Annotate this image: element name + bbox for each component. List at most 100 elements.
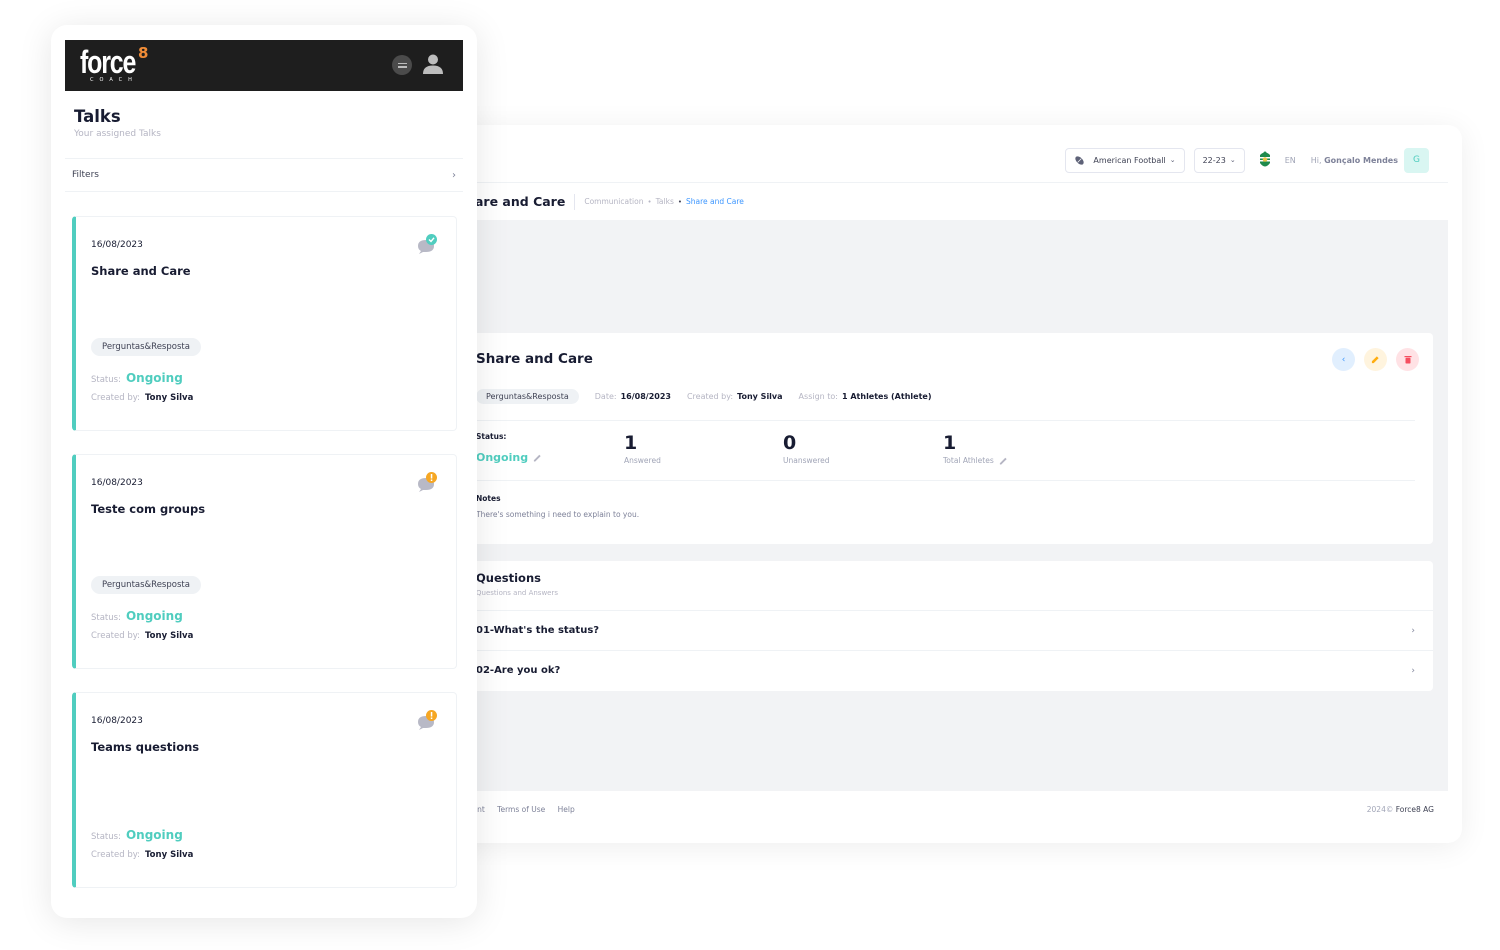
status-value: Ongoing	[125, 828, 183, 842]
talk-meta: Perguntas&Resposta Date: 16/08/2023 Crea…	[476, 389, 947, 404]
content-area: Share and Care ‹ Perguntas&Resposta Date…	[440, 220, 1448, 791]
menu-icon	[397, 62, 407, 64]
filters-toggle[interactable]: Filters ›	[65, 158, 463, 192]
chevron-right-icon: ›	[1411, 665, 1415, 676]
stat-label: Unanswered	[783, 456, 830, 465]
copyright: 2024© Force8 AG	[1367, 805, 1434, 814]
filters-label: Filters	[72, 170, 99, 180]
stat-value: 1	[624, 432, 638, 454]
question-text: 01-What's the status?	[476, 625, 600, 636]
delete-button[interactable]	[1396, 348, 1419, 371]
talk-status: Status: Ongoing	[91, 609, 183, 623]
club-crest-icon[interactable]	[1257, 150, 1273, 170]
assign-label: Assign to:	[798, 392, 838, 401]
status-label: Status:	[476, 432, 507, 441]
date-label: Date:	[594, 392, 617, 401]
created-by-value: Tony Silva	[145, 631, 194, 641]
breadcrumb-item-current: Share and Care	[686, 197, 744, 206]
footer-links: int Terms of Use Help	[475, 805, 585, 814]
status-block: Status: Ongoing	[476, 432, 542, 464]
divider	[476, 480, 1415, 481]
footer: int Terms of Use Help 2024© Force8 AG	[475, 805, 1434, 814]
chevron-down-icon: ⌄	[1229, 156, 1236, 164]
talk-actions: ‹	[1323, 348, 1419, 371]
sport-select-value: American Football	[1093, 155, 1166, 165]
logo-word: force	[80, 44, 136, 80]
created-by-value: Tony Silva	[145, 850, 194, 860]
avatar[interactable]: G	[1404, 147, 1429, 173]
trash-icon	[1404, 356, 1411, 364]
talk-date: 16/08/2023	[91, 240, 143, 250]
page-title: are and Care	[475, 193, 576, 210]
desktop-window: American Football ⌄ 22-23 ⌄ EN Hi, Gonça…	[440, 125, 1462, 843]
top-header: American Football ⌄ 22-23 ⌄ EN Hi, Gonça…	[440, 125, 1448, 183]
chat-answered-icon	[418, 234, 437, 254]
breadcrumb-item-communication[interactable]: Communication	[584, 197, 643, 206]
mobile-topbar: force 8 COACH	[65, 40, 463, 91]
breadcrumb-separator: •	[677, 197, 683, 206]
stat-answered: 1 Answered	[624, 432, 661, 465]
talk-card[interactable]: 16/08/2023 Share and Care Perguntas&Resp…	[72, 216, 457, 431]
season-select[interactable]: 22-23 ⌄	[1193, 147, 1245, 173]
notes-text: There's something i need to explain to y…	[476, 510, 640, 519]
created-by-label: Created by:	[91, 850, 141, 860]
talk-created-by: Created by: Tony Silva	[91, 850, 193, 860]
stat-label-row: Total Athletes	[943, 456, 1008, 465]
notes-label: Notes	[476, 494, 501, 503]
created-by-label: Created by:	[91, 631, 141, 641]
chevron-right-icon: ›	[1411, 625, 1415, 636]
page-title: Talks	[74, 107, 121, 126]
stat-unanswered: 0 Unanswered	[783, 432, 830, 465]
talk-type-badge: Perguntas&Resposta	[91, 338, 201, 356]
chevron-down-icon: ⌄	[1169, 156, 1176, 164]
football-icon	[1075, 155, 1085, 165]
created-by-label: Created by:	[686, 392, 734, 401]
talk-card[interactable]: 16/08/2023 Teams questions Status: Ongoi…	[72, 692, 457, 888]
breadcrumb-item-talks[interactable]: Talks	[656, 197, 674, 206]
status-value: Ongoing	[125, 609, 183, 623]
chevron-right-icon: ›	[452, 169, 456, 181]
questions-card: Questions Questions and Answers 01-What'…	[465, 561, 1433, 691]
company-link[interactable]: Force8 AG	[1396, 805, 1434, 814]
talk-created-by: Created by: Tony Silva	[91, 393, 193, 403]
status-label: Status:	[91, 375, 121, 385]
edit-athletes-icon[interactable]	[999, 456, 1008, 465]
arrow-left-icon: ‹	[1341, 354, 1346, 365]
user-greeting[interactable]: Hi, Gonçalo Mendes	[1311, 156, 1398, 165]
force8-logo[interactable]: force 8 COACH	[80, 44, 151, 83]
status-value: Ongoing	[476, 451, 542, 464]
talk-status: Status: Ongoing	[91, 371, 183, 385]
footer-link-terms[interactable]: Terms of Use	[497, 805, 545, 814]
talk-name: Teste com groups	[91, 502, 206, 516]
questions-title: Questions	[476, 571, 541, 585]
footer-link-help[interactable]: Help	[558, 805, 575, 814]
user-icon[interactable]	[422, 53, 444, 75]
question-row[interactable]: 01-What's the status? ›	[465, 610, 1433, 650]
chat-pending-icon	[418, 472, 437, 492]
question-row[interactable]: 02-Are you ok? ›	[465, 650, 1433, 690]
talk-card[interactable]: 16/08/2023 Teste com groups Perguntas&Re…	[72, 454, 457, 669]
edit-status-icon[interactable]	[533, 453, 542, 462]
stat-total-athletes: 1 Total Athletes	[943, 432, 1008, 465]
sport-select[interactable]: American Football ⌄	[1065, 147, 1185, 173]
status-label: Status:	[91, 613, 121, 623]
talk-name: Teams questions	[91, 740, 200, 754]
page-subtitle: Your assigned Talks	[74, 129, 161, 139]
edit-button[interactable]	[1364, 348, 1387, 371]
talk-detail-card: Share and Care ‹ Perguntas&Resposta Date…	[465, 333, 1433, 544]
back-button[interactable]: ‹	[1332, 348, 1355, 371]
copyright-year: 2024©	[1366, 805, 1394, 814]
stat-value: 1	[943, 432, 957, 454]
language-switcher[interactable]: EN	[1285, 156, 1296, 165]
status-label: Status:	[91, 832, 121, 842]
breadcrumb-separator: •	[647, 197, 652, 206]
stat-label: Answered	[624, 456, 661, 465]
divider	[476, 420, 1415, 421]
menu-button[interactable]	[392, 55, 412, 75]
assign-value: 1 Athletes (Athlete)	[842, 392, 932, 401]
logo-tagline: COACH	[90, 77, 138, 83]
talk-type-badge: Perguntas&Resposta	[91, 576, 201, 594]
created-by-label: Created by:	[91, 393, 141, 403]
question-text: 02-Are you ok?	[476, 665, 561, 676]
pencil-icon	[1371, 356, 1379, 364]
